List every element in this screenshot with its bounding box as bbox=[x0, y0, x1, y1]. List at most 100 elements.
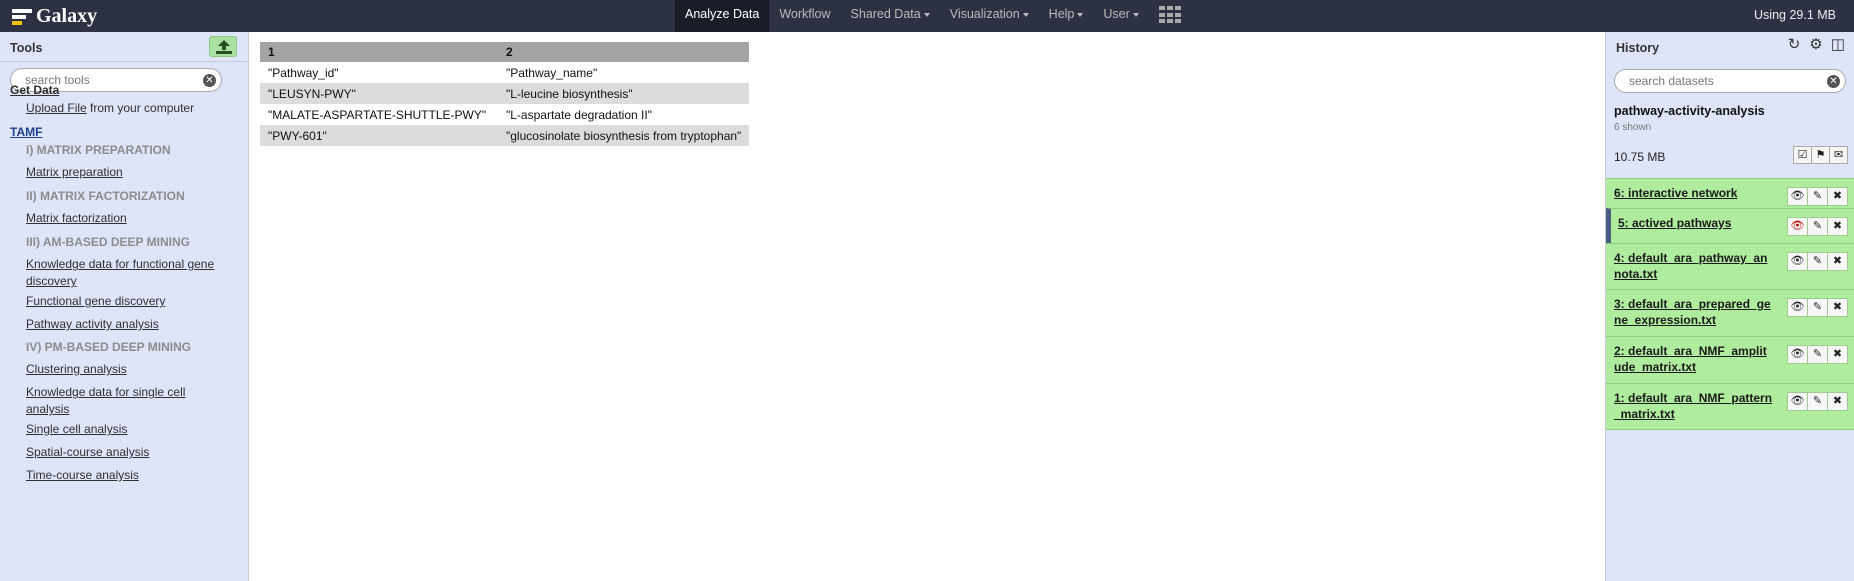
apps-grid-icon bbox=[1158, 6, 1181, 24]
upload-file-item: Upload File from your computer bbox=[26, 101, 195, 115]
tools-section-label: I) MATRIX PREPARATION bbox=[26, 143, 171, 157]
tool-link[interactable]: Knowledge data for single cell analysis bbox=[26, 384, 196, 418]
dataset-title[interactable]: 1: default_ara_NMF_pattern_matrix.txt bbox=[1614, 390, 1774, 422]
caret-down-icon bbox=[1077, 12, 1084, 17]
history-size: 10.75 MB bbox=[1614, 150, 1666, 164]
refresh-icon[interactable]: ↻ bbox=[1786, 37, 1802, 53]
tool-link[interactable]: Knowledge data for functional gene disco… bbox=[26, 256, 216, 290]
column-header: 2 bbox=[498, 42, 750, 62]
table-cell: "Pathway_name" bbox=[506, 65, 598, 80]
dataset-item[interactable]: 3: default_ara_prepared_gene_expression.… bbox=[1606, 289, 1854, 336]
upload-button[interactable] bbox=[209, 36, 237, 57]
dataset-item[interactable]: 6: interactive network 👁 ✎ ✖ bbox=[1606, 178, 1854, 208]
tools-section-label: II) MATRIX FACTORIZATION bbox=[26, 189, 185, 203]
pencil-icon[interactable]: ✎ bbox=[1807, 252, 1828, 271]
select-items-icon[interactable]: ☑ bbox=[1793, 146, 1812, 164]
pencil-icon[interactable]: ✎ bbox=[1807, 298, 1828, 317]
eye-icon[interactable]: 👁 bbox=[1787, 345, 1808, 364]
main-nav: Analyze Data Workflow Shared Data Visual… bbox=[675, 0, 1191, 32]
center-panel: 1 2 "Pathway_id" "Pathway_name" "LEUSYN-… bbox=[250, 32, 1605, 581]
table-cell: "Pathway_id" bbox=[268, 65, 339, 80]
dataset-title[interactable]: 2: default_ara_NMF_amplitude_matrix.txt bbox=[1614, 343, 1774, 375]
nav-workflow[interactable]: Workflow bbox=[769, 0, 840, 32]
nav-help[interactable]: Help bbox=[1039, 0, 1094, 32]
tool-link[interactable]: Functional gene discovery bbox=[26, 293, 226, 310]
pencil-icon[interactable]: ✎ bbox=[1807, 217, 1828, 236]
get-data-heading[interactable]: Get Data bbox=[10, 83, 59, 97]
table-row: "LEUSYN-PWY" "L-leucine biosynthesis" bbox=[260, 83, 750, 104]
tool-link[interactable]: Pathway activity analysis bbox=[26, 316, 226, 333]
tool-link[interactable]: Spatial-course analysis bbox=[26, 444, 226, 461]
eye-icon[interactable]: 👁 bbox=[1787, 217, 1808, 236]
dataset-title[interactable]: 4: default_ara_pathway_annota.txt bbox=[1614, 250, 1774, 282]
tool-link[interactable]: Time-course analysis bbox=[26, 467, 226, 484]
dataset-list: 6: interactive network 👁 ✎ ✖ 5: actived pa… bbox=[1606, 178, 1854, 430]
eye-icon[interactable]: 👁 bbox=[1787, 298, 1808, 317]
close-icon[interactable]: ✖ bbox=[1827, 187, 1848, 206]
table-cell: "LEUSYN-PWY" bbox=[260, 83, 498, 104]
nav-analyze-data[interactable]: Analyze Data bbox=[675, 0, 770, 32]
tool-link[interactable]: Matrix factorization bbox=[26, 210, 226, 227]
table-cell: "PWY-601" bbox=[260, 125, 498, 146]
tool-link[interactable]: Matrix preparation bbox=[26, 164, 226, 181]
tamf-section-heading[interactable]: TAMF bbox=[10, 125, 42, 139]
annotation-icon[interactable]: ✉ bbox=[1829, 146, 1848, 164]
eye-icon[interactable]: 👁 bbox=[1787, 392, 1808, 411]
history-name[interactable]: pathway-activity-analysis bbox=[1614, 104, 1765, 118]
caret-down-icon bbox=[1132, 12, 1139, 17]
tool-link[interactable]: Clustering analysis bbox=[26, 361, 226, 378]
dataset-item[interactable]: 1: default_ara_NMF_pattern_matrix.txt 👁 ✎… bbox=[1606, 383, 1854, 430]
history-panel-title: History bbox=[1616, 41, 1660, 55]
history-search-input[interactable] bbox=[1615, 70, 1845, 92]
dataset-title[interactable]: 5: actived pathways bbox=[1618, 215, 1778, 231]
table-row: "PWY-601" "glucosinolate biosynthesis fr… bbox=[260, 125, 750, 146]
tools-section-label: III) AM-BASED DEEP MINING bbox=[26, 235, 191, 249]
tool-link[interactable]: Single cell analysis bbox=[26, 421, 226, 438]
table-row: "Pathway_id" "Pathway_name" bbox=[260, 62, 749, 83]
upload-file-link[interactable]: Upload File bbox=[26, 101, 87, 115]
dataset-item[interactable]: 4: default_ara_pathway_annota.txt 👁 ✎ ✖ bbox=[1606, 243, 1854, 289]
tool-panel: Tools ✕ Get Data Upload File from your c… bbox=[0, 32, 249, 581]
caret-down-icon bbox=[923, 12, 930, 17]
history-search: ✕ bbox=[1614, 69, 1846, 93]
nav-user[interactable]: User bbox=[1093, 0, 1148, 32]
table-cell: "L-aspartate degradation II" bbox=[506, 107, 652, 122]
pencil-icon[interactable]: ✎ bbox=[1807, 392, 1828, 411]
pencil-icon[interactable]: ✎ bbox=[1807, 187, 1828, 206]
masthead: Galaxy Analyze Data Workflow Shared Data… bbox=[0, 0, 1854, 32]
column-header: 1 bbox=[260, 42, 498, 62]
clear-search-icon[interactable]: ✕ bbox=[1827, 75, 1840, 88]
table-header-row: 1 2 bbox=[260, 42, 750, 62]
nav-shared-data[interactable]: Shared Data bbox=[841, 0, 940, 32]
close-icon[interactable]: ✖ bbox=[1827, 252, 1848, 271]
table-row: "MALATE-ASPARTATE-SHUTTLE-PWY" "L-aspart… bbox=[260, 104, 749, 125]
history-shown-count: 6 shown bbox=[1614, 122, 1652, 133]
tool-panel-title: Tools bbox=[10, 41, 43, 55]
clear-search-icon[interactable]: ✕ bbox=[203, 74, 216, 87]
nav-visualization[interactable]: Visualization bbox=[940, 0, 1039, 32]
nav-apps[interactable] bbox=[1149, 0, 1191, 32]
table-cell: "glucosinolate biosynthesis from tryptop… bbox=[498, 125, 750, 146]
close-icon[interactable]: ✖ bbox=[1827, 217, 1848, 236]
dataset-title[interactable]: 3: default_ara_prepared_gene_expression.… bbox=[1614, 296, 1774, 328]
tags-icon[interactable]: ⚑ bbox=[1811, 146, 1830, 164]
close-icon[interactable]: ✖ bbox=[1827, 298, 1848, 317]
close-icon[interactable]: ✖ bbox=[1827, 392, 1848, 411]
eye-icon[interactable]: 👁 bbox=[1787, 187, 1808, 206]
quota-meter: Using 29.1 MB bbox=[1754, 8, 1836, 22]
columns-icon[interactable]: ◫ bbox=[1830, 37, 1846, 53]
brand-link[interactable]: Galaxy bbox=[12, 3, 97, 29]
dataset-preview-table: 1 2 "Pathway_id" "Pathway_name" "LEUSYN-… bbox=[260, 42, 750, 146]
dataset-item[interactable]: 5: actived pathways 👁 ✎ ✖ bbox=[1606, 208, 1854, 243]
galaxy-logo-icon bbox=[12, 6, 32, 26]
caret-down-icon bbox=[1022, 12, 1029, 17]
history-panel-header: History ↻ ⚙ ◫ bbox=[1606, 32, 1854, 62]
close-icon[interactable]: ✖ bbox=[1827, 345, 1848, 364]
dataset-title[interactable]: 6: interactive network bbox=[1614, 185, 1774, 201]
dataset-item[interactable]: 2: default_ara_NMF_amplitude_matrix.txt … bbox=[1606, 336, 1854, 383]
history-panel: History ↻ ⚙ ◫ ✕ pathway-activity-analysi… bbox=[1605, 32, 1854, 581]
pencil-icon[interactable]: ✎ bbox=[1807, 345, 1828, 364]
eye-icon[interactable]: 👁 bbox=[1787, 252, 1808, 271]
brand-title: Galaxy bbox=[36, 4, 98, 27]
gear-icon[interactable]: ⚙ bbox=[1808, 37, 1824, 53]
